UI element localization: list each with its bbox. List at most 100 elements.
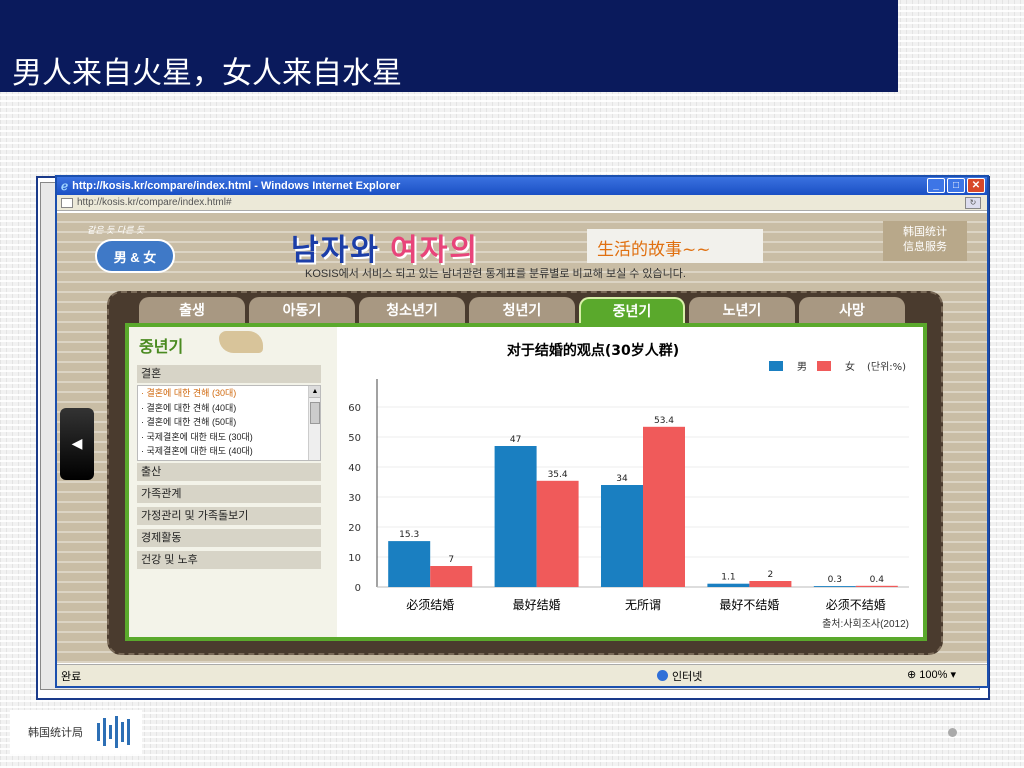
life-stage-tabs: 출생 아동기 청소년기 청년기 중년기 노년기 사망 bbox=[139, 297, 905, 323]
chart-source: 출처:사회조사(2012) bbox=[822, 619, 909, 630]
x-tick-label: 无所谓 bbox=[625, 598, 661, 612]
category-childbirth[interactable]: 출산 bbox=[137, 463, 321, 481]
tab-middle-age[interactable]: 중년기 bbox=[579, 297, 685, 323]
zoom-control[interactable]: ⊕ 100% ▾ bbox=[907, 668, 956, 681]
y-tick-label: 30 bbox=[348, 493, 361, 504]
browser-window: ℯ http://kosis.kr/compare/index.html - W… bbox=[55, 175, 989, 688]
minimize-button[interactable]: _ bbox=[927, 178, 945, 193]
category-household-care[interactable]: 가정관리 및 가족돌보기 bbox=[137, 507, 321, 525]
status-text: 완료 bbox=[61, 671, 82, 683]
list-item[interactable]: · 결혼에 대한 견해 (50대) bbox=[138, 415, 320, 430]
legend-swatch-0 bbox=[769, 361, 783, 371]
refresh-icon[interactable]: ↻ bbox=[965, 197, 981, 209]
data-label: 15.3 bbox=[399, 530, 419, 540]
scroll-thumb[interactable] bbox=[310, 402, 320, 424]
arrow-left-icon: ◀ bbox=[71, 436, 83, 452]
org-logo-icon bbox=[97, 716, 130, 748]
tab-childhood[interactable]: 아동기 bbox=[249, 297, 355, 323]
data-label: 53.4 bbox=[654, 416, 674, 426]
x-tick-label: 最好结婚 bbox=[513, 598, 561, 612]
y-tick-label: 10 bbox=[348, 553, 361, 564]
tab-adolescence[interactable]: 청소년기 bbox=[359, 297, 465, 323]
legend-label-0: 男 bbox=[797, 361, 807, 373]
chart-area: 对于结婚的观点(30岁人群) 男 女 (단위:%) 0 10 20 30 40 50 60 15.3 7… bbox=[341, 327, 923, 637]
x-tick-label: 必须结婚 bbox=[406, 598, 454, 612]
web-page: 같은 듯 다른 듯 男 & 女 남자와 여자의 生活的故事~~ KOSIS에서 … bbox=[57, 213, 987, 663]
globe-icon bbox=[657, 670, 668, 681]
x-tick-label: 最好不结婚 bbox=[719, 598, 779, 612]
category-family-relations[interactable]: 가족관계 bbox=[137, 485, 321, 503]
address-url[interactable]: http://kosis.kr/compare/index.html# bbox=[77, 197, 232, 208]
status-zone: 인터넷 bbox=[657, 668, 702, 684]
scroll-up-icon[interactable]: ▲ bbox=[309, 386, 320, 398]
zoom-level: 100% bbox=[919, 669, 948, 681]
maximize-button[interactable]: □ bbox=[947, 178, 965, 193]
list-scrollbar[interactable]: ▲ bbox=[308, 386, 320, 460]
ie-logo-icon: ℯ bbox=[61, 179, 69, 193]
previous-slide-button[interactable]: ◀ bbox=[60, 408, 94, 480]
info-box-line2: 信息服务 bbox=[903, 241, 947, 253]
site-subtitle: KOSIS에서 서비스 되고 있는 남녀관련 통계표를 분류별로 비교해 보실 … bbox=[305, 268, 686, 280]
close-button[interactable]: ✕ bbox=[967, 178, 985, 193]
list-item[interactable]: · 국제결혼에 대한 태도 (40대) bbox=[138, 444, 320, 459]
list-item[interactable]: · 결혼에 대한 견해 (40대) bbox=[138, 401, 320, 416]
data-label: 34 bbox=[616, 474, 628, 484]
tab-young-adult[interactable]: 청년기 bbox=[469, 297, 575, 323]
sidebar: 중년기 결혼 · 결혼에 대한 견해 (30대) · 결혼에 대한 견해 (40… bbox=[129, 327, 337, 637]
bar-female bbox=[855, 585, 898, 587]
bar-male bbox=[707, 583, 750, 587]
tab-death[interactable]: 사망 bbox=[799, 297, 905, 323]
bar-female bbox=[749, 581, 792, 587]
legend-unit-label: (단위:%) bbox=[867, 360, 906, 373]
content-panel: 중년기 결혼 · 결혼에 대한 견해 (30대) · 결혼에 대한 견해 (40… bbox=[125, 323, 927, 641]
site-heading-blue: 남자와 bbox=[291, 234, 380, 267]
window-controls: _ □ ✕ bbox=[927, 178, 985, 193]
data-label: 2 bbox=[768, 570, 774, 580]
footer-logo: 韩国统计局 bbox=[10, 710, 142, 754]
bar-female bbox=[536, 480, 579, 587]
sidebar-heading: 중년기 bbox=[139, 339, 184, 356]
legend-label-1: 女 bbox=[845, 360, 855, 373]
marriage-item-list: · 결혼에 대한 견해 (30대) · 결혼에 대한 견해 (40대) · 결혼… bbox=[137, 385, 321, 461]
site-heading-pink: 여자의 bbox=[390, 234, 479, 267]
chart-title: 对于结婚的观点(30岁人群) bbox=[507, 342, 679, 359]
site-heading: 남자와 여자의 bbox=[291, 225, 479, 269]
footer-org-name: 韩国统计局 bbox=[28, 726, 83, 739]
bar-male bbox=[601, 485, 643, 587]
page-icon bbox=[61, 197, 73, 208]
legend-swatch-1 bbox=[817, 361, 831, 371]
list-item[interactable]: · 국제결혼에 대한 태도 (30대) bbox=[138, 430, 320, 445]
tab-birth[interactable]: 출생 bbox=[139, 297, 245, 323]
data-label: 7 bbox=[448, 555, 454, 565]
info-box-line1: 韩国统计 bbox=[903, 226, 947, 238]
category-marriage[interactable]: 결혼 bbox=[137, 365, 321, 383]
slide-indicator-dot bbox=[948, 728, 957, 737]
category-health-retirement[interactable]: 건강 및 노후 bbox=[137, 551, 321, 569]
bar-chart: 对于结婚的观点(30岁人群) 男 女 (단위:%) 0 10 20 30 40 50 60 15.3 7… bbox=[348, 342, 909, 612]
y-tick-label: 50 bbox=[348, 433, 361, 444]
tab-old-age[interactable]: 노년기 bbox=[689, 297, 795, 323]
y-tick-label: 0 bbox=[355, 583, 361, 594]
logo-tagline: 같은 듯 다른 듯 bbox=[87, 225, 145, 235]
bar-female bbox=[430, 566, 473, 587]
site-logo[interactable]: 男 & 女 bbox=[95, 239, 175, 273]
bar-female bbox=[643, 426, 685, 587]
data-label: 1.1 bbox=[721, 573, 735, 583]
y-tick-label: 20 bbox=[348, 523, 361, 534]
browser-titlebar: ℯ http://kosis.kr/compare/index.html - W… bbox=[57, 177, 987, 195]
sidebar-heading-illustration bbox=[219, 331, 263, 353]
data-label: 35.4 bbox=[548, 470, 568, 480]
address-bar[interactable]: http://kosis.kr/compare/index.html# ↻ bbox=[57, 195, 987, 211]
list-item[interactable]: · 결혼에 대한 견해 (30대) bbox=[138, 386, 320, 401]
story-overlay: 生活的故事~~ bbox=[587, 229, 763, 263]
browser-window-title: http://kosis.kr/compare/index.html - Win… bbox=[72, 180, 401, 192]
category-economic-activity[interactable]: 경제활동 bbox=[137, 529, 321, 547]
data-label: 47 bbox=[510, 435, 521, 445]
y-tick-label: 40 bbox=[348, 463, 361, 474]
y-tick-label: 60 bbox=[348, 403, 361, 414]
bar-male bbox=[813, 586, 856, 587]
slide-title-bar: 男人来自火星，女人来自水星 bbox=[0, 0, 898, 92]
slide-title: 男人来自火星，女人来自水星 bbox=[12, 56, 402, 91]
status-zone-label: 인터넷 bbox=[672, 671, 703, 683]
data-label: 0.4 bbox=[870, 575, 885, 585]
